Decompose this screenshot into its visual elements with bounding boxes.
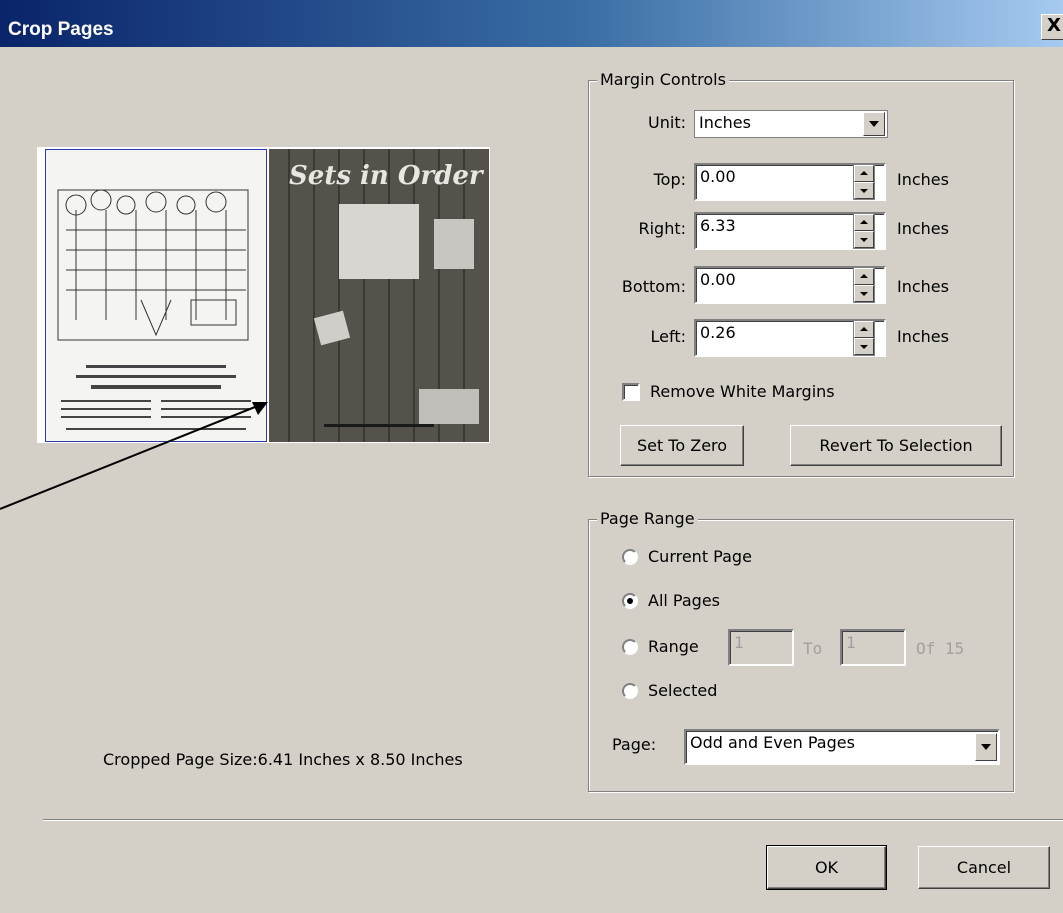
spin-up-icon[interactable]: [854, 165, 874, 182]
margin-controls-legend: Margin Controls: [597, 71, 729, 89]
range-from-input[interactable]: 1: [728, 629, 794, 666]
title-bar: Crop Pages X: [0, 0, 1063, 47]
spin-down-icon[interactable]: [854, 231, 874, 248]
preview-page-right[interactable]: Sets in Order: [269, 149, 489, 442]
page-range-legend: Page Range: [597, 510, 698, 528]
range-to-input[interactable]: 1: [840, 629, 906, 666]
magazine-cover-image: Sets in Order: [269, 149, 489, 442]
spin-up-icon[interactable]: [854, 268, 874, 285]
unit-label: Unit:: [648, 113, 686, 132]
current-page-label[interactable]: Current Page: [648, 547, 752, 567]
range-of-label: Of 15: [916, 639, 965, 658]
spin-down-icon[interactable]: [854, 338, 874, 355]
left-unit: Inches: [897, 327, 949, 346]
ok-button[interactable]: OK: [766, 845, 887, 890]
left-label: Left:: [650, 327, 687, 346]
page-select[interactable]: Odd and Even Pages: [684, 729, 1000, 765]
spin-down-icon[interactable]: [854, 285, 874, 302]
current-page-radio[interactable]: [622, 549, 638, 565]
remove-white-margins-checkbox[interactable]: [622, 383, 640, 401]
remove-white-margins-label[interactable]: Remove White Margins: [650, 382, 835, 402]
selected-radio[interactable]: [622, 683, 638, 699]
all-pages-radio[interactable]: [622, 593, 638, 609]
top-unit: Inches: [897, 170, 949, 189]
selected-label[interactable]: Selected: [648, 681, 717, 701]
right-unit: Inches: [897, 219, 949, 238]
annotation-arrow: [0, 402, 268, 510]
dialog-body: Sets in Order Cropped Page Size:6.41 Inc…: [0, 47, 1063, 913]
close-button[interactable]: X: [1041, 14, 1063, 40]
top-margin-spinner[interactable]: [853, 164, 875, 200]
page-label: Page:: [612, 735, 657, 754]
divider: [43, 819, 1063, 821]
bottom-label: Bottom:: [621, 277, 686, 296]
revert-to-selection-button[interactable]: Revert To Selection: [790, 425, 1002, 466]
right-margin-spinner[interactable]: [853, 213, 875, 249]
magazine-title: Sets in Order: [289, 161, 485, 191]
all-pages-label[interactable]: All Pages: [648, 591, 720, 611]
range-radio[interactable]: [622, 639, 638, 655]
spin-down-icon[interactable]: [854, 182, 874, 199]
spin-up-icon[interactable]: [854, 214, 874, 231]
left-margin-spinner[interactable]: [853, 320, 875, 356]
spin-up-icon[interactable]: [854, 321, 874, 338]
page-dropdown-button[interactable]: [975, 733, 997, 761]
bottom-margin-spinner[interactable]: [853, 267, 875, 303]
right-label: Right:: [638, 219, 686, 238]
cancel-button[interactable]: Cancel: [918, 846, 1050, 889]
top-label: Top:: [653, 170, 686, 189]
cropped-page-size: Cropped Page Size:6.41 Inches x 8.50 Inc…: [103, 750, 463, 769]
unit-select[interactable]: Inches: [694, 110, 888, 138]
range-to-label: To: [803, 639, 823, 658]
range-label[interactable]: Range: [648, 637, 699, 657]
bottom-unit: Inches: [897, 277, 949, 296]
dialog-title: Crop Pages: [8, 19, 114, 40]
set-to-zero-button[interactable]: Set To Zero: [620, 425, 744, 466]
unit-dropdown-button[interactable]: [863, 112, 885, 136]
